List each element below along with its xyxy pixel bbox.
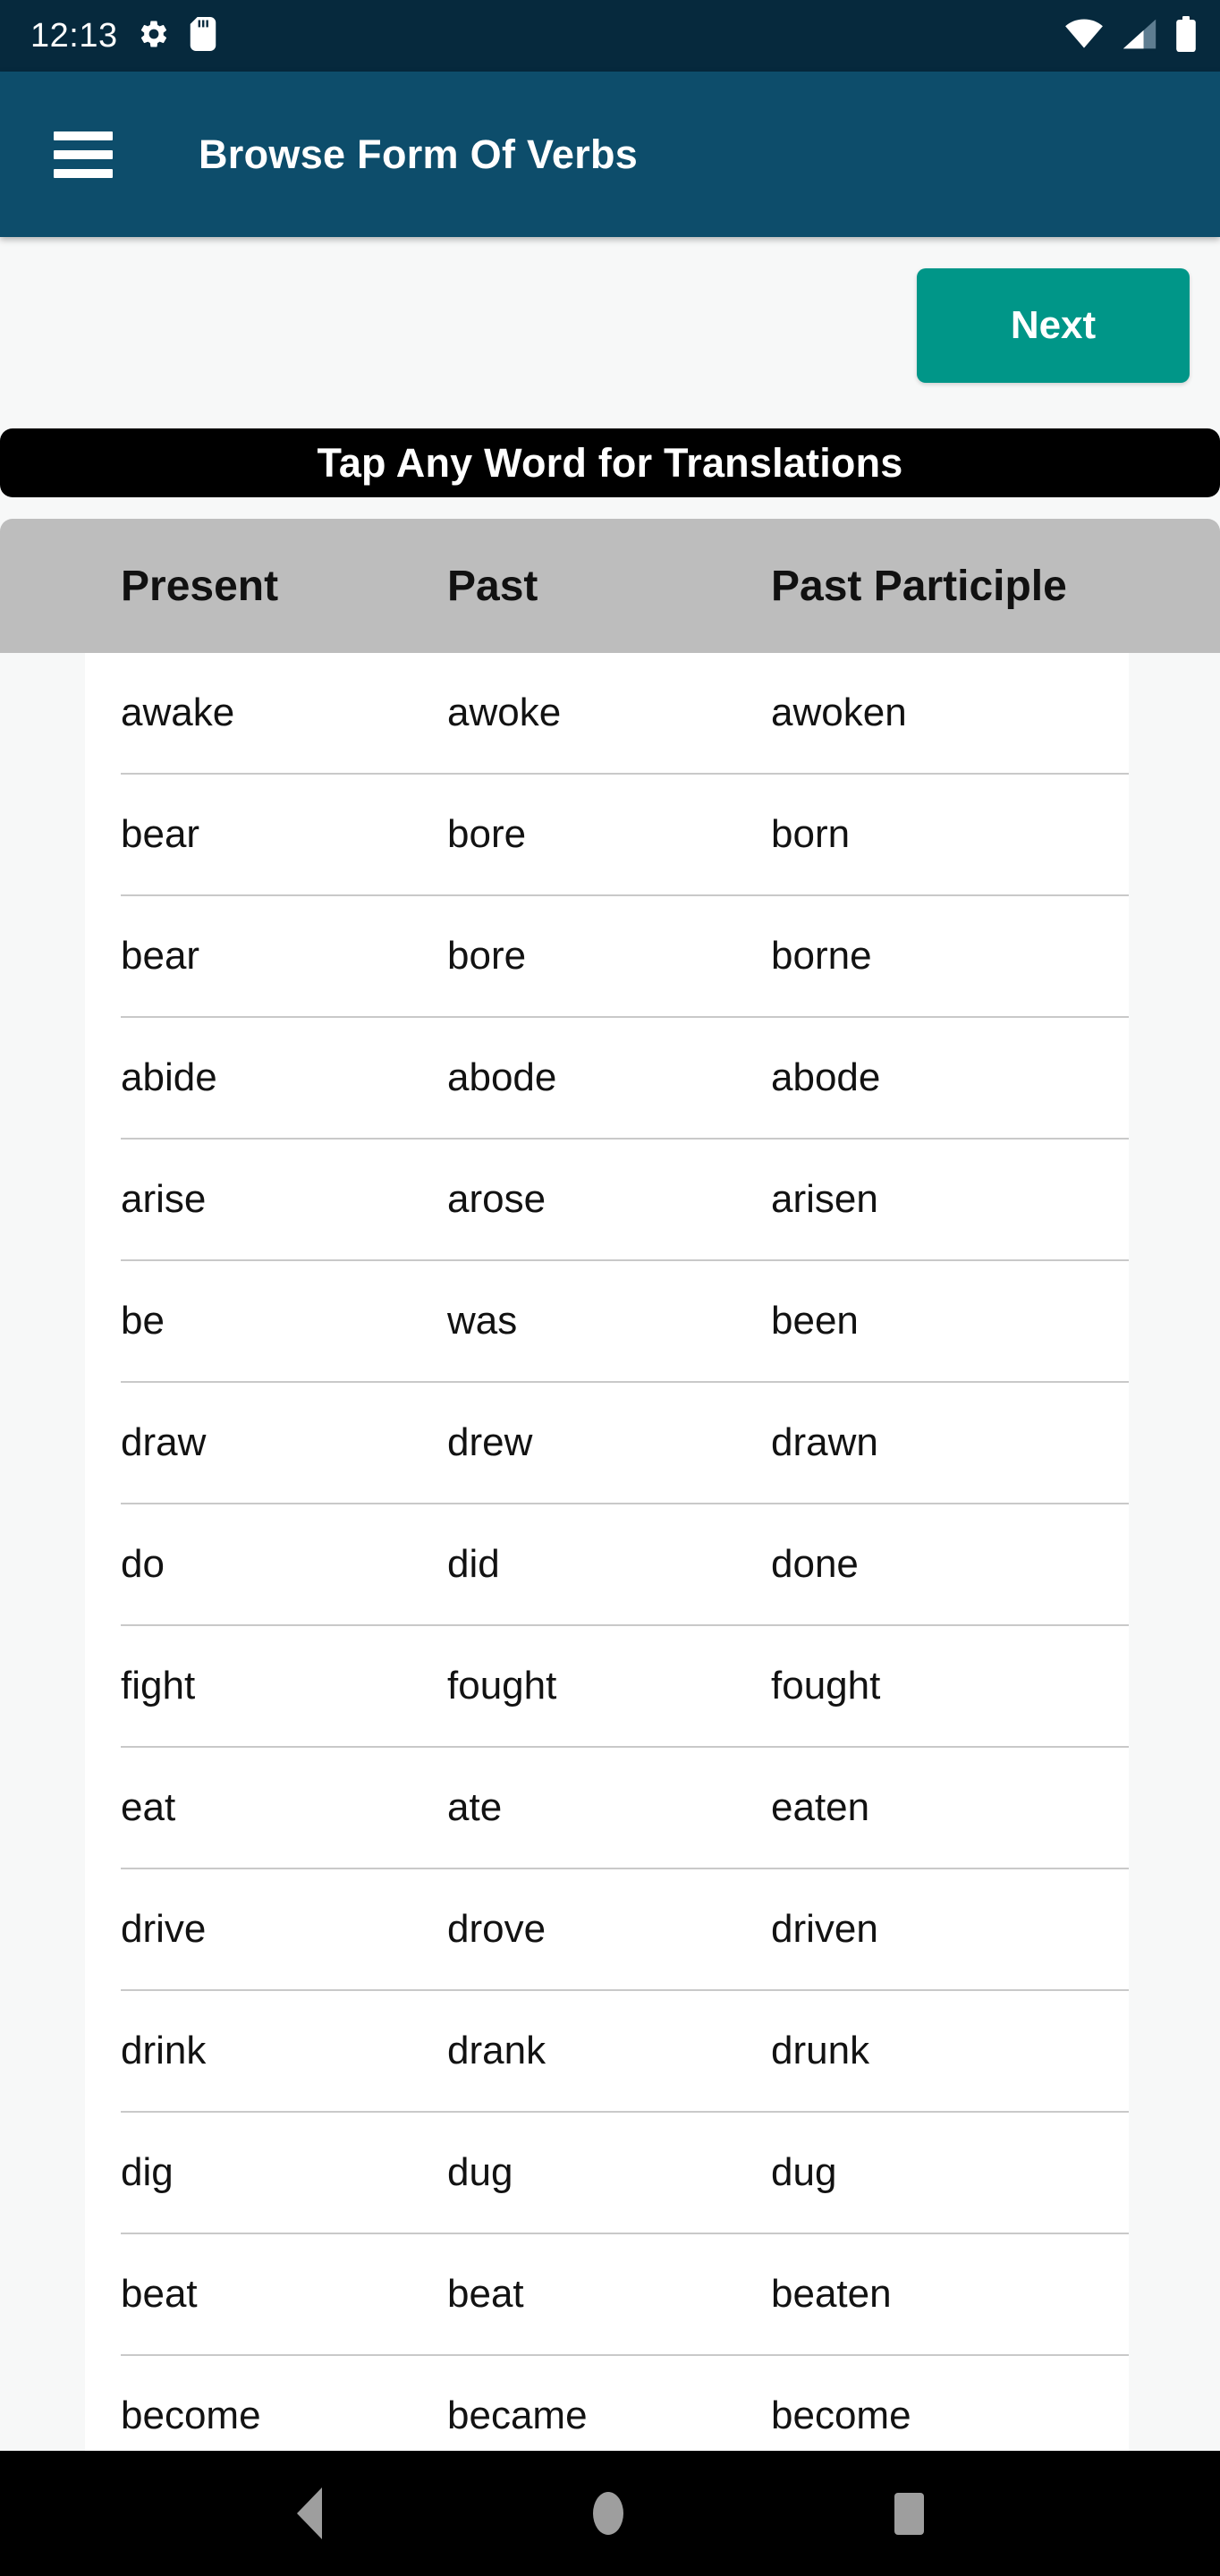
verb-cell[interactable]: abide — [121, 1055, 447, 1100]
verb-cell[interactable]: did — [447, 1542, 771, 1587]
verb-cell[interactable]: dig — [121, 2150, 447, 2195]
verb-cell[interactable]: bore — [447, 934, 771, 979]
toolbar-row: Next — [0, 268, 1220, 383]
status-bar-right — [1064, 15, 1197, 56]
table-body: awake awoke awoken bear bore born bear bore born… — [85, 653, 1129, 2576]
wifi-icon — [1064, 19, 1104, 54]
cellular-signal-icon — [1122, 19, 1157, 54]
verb-cell[interactable]: eat — [121, 1785, 447, 1830]
verb-cell[interactable]: be — [121, 1299, 447, 1343]
verb-cell[interactable]: became — [447, 2394, 771, 2438]
column-header-past: Past — [447, 562, 538, 610]
sd-card-icon — [190, 16, 216, 55]
verb-table: Present Past Past Participle awake awoke a… — [0, 519, 1220, 2576]
verb-cell[interactable]: arisen — [771, 1177, 1129, 1222]
verb-cell[interactable]: drawn — [771, 1420, 1129, 1465]
table-row[interactable]: abide abode abode — [121, 1018, 1129, 1140]
gear-icon — [138, 18, 170, 55]
app-screen: 12:13 Browse Form Of Verbs Next Tap Any … — [0, 0, 1220, 2576]
verb-cell[interactable]: awoken — [771, 691, 1129, 735]
status-clock: 12:13 — [30, 17, 118, 55]
verb-cell[interactable]: drew — [447, 1420, 771, 1465]
table-row[interactable]: bear bore borne — [121, 896, 1129, 1018]
verb-cell[interactable]: born — [771, 812, 1129, 857]
verb-cell[interactable]: awake — [121, 691, 447, 735]
verb-cell[interactable]: been — [771, 1299, 1129, 1343]
verb-cell[interactable]: become — [121, 2394, 447, 2438]
verb-cell[interactable]: abode — [771, 1055, 1129, 1100]
table-row[interactable]: drink drank drunk — [121, 1991, 1129, 2113]
verb-cell[interactable]: awoke — [447, 691, 771, 735]
table-row[interactable]: drive drove driven — [121, 1869, 1129, 1991]
recents-square-icon[interactable] — [894, 2492, 924, 2535]
verb-cell[interactable]: was — [447, 1299, 771, 1343]
tap-for-translations-banner: Tap Any Word for Translations — [0, 428, 1220, 497]
verb-cell[interactable]: arise — [121, 1177, 447, 1222]
table-row[interactable]: be was been — [121, 1261, 1129, 1383]
status-bar-left: 12:13 — [30, 16, 216, 55]
column-header-present: Present — [121, 562, 279, 610]
content-area: Next Tap Any Word for Translations Prese… — [0, 237, 1220, 2576]
table-row[interactable]: do did done — [121, 1504, 1129, 1626]
verb-cell[interactable]: arose — [447, 1177, 771, 1222]
column-header-past-participle: Past Participle — [771, 562, 1067, 610]
verb-cell[interactable]: become — [771, 2394, 1129, 2438]
table-row[interactable]: arise arose arisen — [121, 1140, 1129, 1261]
app-bar: Browse Form Of Verbs — [0, 72, 1220, 237]
table-row[interactable]: dig dug dug — [121, 2113, 1129, 2234]
verb-cell[interactable]: driven — [771, 1907, 1129, 1952]
verb-cell[interactable]: drive — [121, 1907, 447, 1952]
back-triangle-icon[interactable] — [296, 2487, 322, 2539]
menu-bar-2 — [54, 149, 113, 159]
verb-cell[interactable]: dug — [447, 2150, 771, 2195]
verb-cell[interactable]: bear — [121, 812, 447, 857]
verb-cell[interactable]: borne — [771, 934, 1129, 979]
menu-bar-1 — [54, 131, 113, 140]
verb-cell[interactable]: do — [121, 1542, 447, 1587]
verb-cell[interactable]: fought — [771, 1664, 1129, 1708]
verb-cell[interactable]: eaten — [771, 1785, 1129, 1830]
verb-cell[interactable]: fought — [447, 1664, 771, 1708]
verb-cell[interactable]: ate — [447, 1785, 771, 1830]
next-button[interactable]: Next — [917, 268, 1190, 383]
table-row[interactable]: bear bore born — [121, 775, 1129, 896]
table-row[interactable]: beat beat beaten — [121, 2234, 1129, 2356]
menu-bar-3 — [54, 168, 113, 178]
verb-cell[interactable]: drunk — [771, 2029, 1129, 2073]
verb-cell[interactable]: beat — [447, 2272, 771, 2317]
verb-cell[interactable]: bore — [447, 812, 771, 857]
table-row[interactable]: eat ate eaten — [121, 1748, 1129, 1869]
verb-cell[interactable]: drank — [447, 2029, 771, 2073]
battery-icon — [1175, 15, 1197, 56]
verb-cell[interactable]: drove — [447, 1907, 771, 1952]
table-header-row: Present Past Past Participle — [0, 519, 1220, 653]
verb-cell[interactable]: draw — [121, 1420, 447, 1465]
page-title: Browse Form Of Verbs — [199, 131, 639, 177]
verb-cell[interactable]: dug — [771, 2150, 1129, 2195]
verb-cell[interactable]: done — [771, 1542, 1129, 1587]
android-navigation-bar — [0, 2451, 1220, 2576]
home-circle-icon[interactable] — [592, 2492, 623, 2535]
verb-cell[interactable]: beaten — [771, 2272, 1129, 2317]
verb-cell[interactable]: beat — [121, 2272, 447, 2317]
table-row[interactable]: fight fought fought — [121, 1626, 1129, 1748]
verb-cell[interactable]: bear — [121, 934, 447, 979]
status-bar: 12:13 — [0, 0, 1220, 72]
verb-cell[interactable]: drink — [121, 2029, 447, 2073]
verb-cell[interactable]: fight — [121, 1664, 447, 1708]
verb-cell[interactable]: abode — [447, 1055, 771, 1100]
table-row[interactable]: awake awoke awoken — [121, 653, 1129, 775]
hamburger-menu-icon[interactable] — [54, 131, 113, 178]
table-row[interactable]: draw drew drawn — [121, 1383, 1129, 1504]
